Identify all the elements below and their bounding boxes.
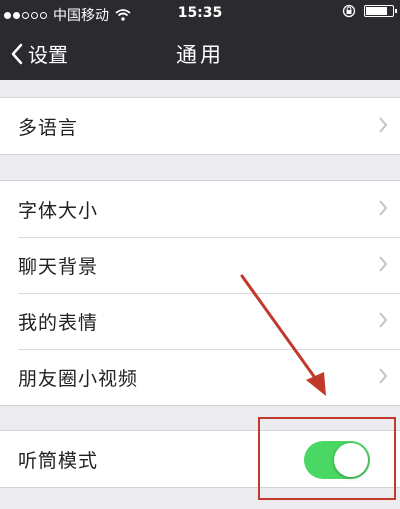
annotation-highlight-box	[258, 417, 396, 500]
